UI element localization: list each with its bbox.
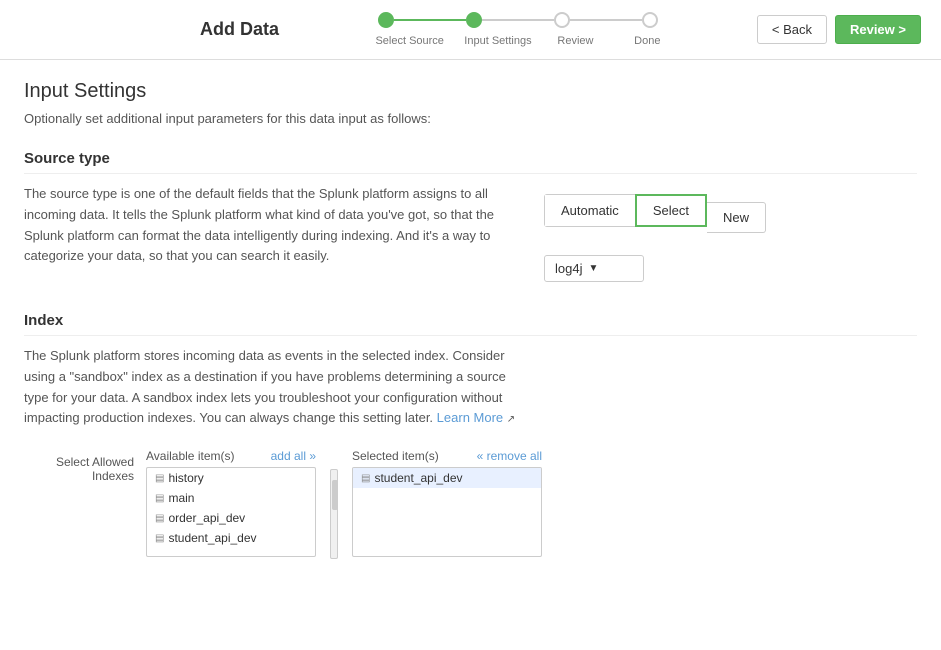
- source-type-controls: Automatic Select New: [544, 194, 766, 241]
- new-button[interactable]: New: [707, 202, 766, 233]
- index-left: The Splunk platform stores incoming data…: [24, 346, 524, 429]
- selected-list[interactable]: ▤ student_api_dev: [352, 467, 542, 557]
- step-circle-2: [466, 12, 482, 28]
- step-label-4: Done: [610, 35, 660, 47]
- connector-3: [570, 19, 642, 21]
- source-type-title: Source type: [24, 150, 917, 174]
- index-section: Index The Splunk platform stores incomin…: [24, 312, 917, 559]
- selected-list-item[interactable]: ▤ student_api_dev: [353, 468, 541, 488]
- item-name: history: [168, 471, 203, 485]
- selected-item-name: student_api_dev: [374, 471, 462, 485]
- item-icon: ▤: [155, 473, 164, 484]
- source-type-left: The source type is one of the default fi…: [24, 184, 524, 282]
- learn-more-link[interactable]: Learn More: [437, 410, 503, 425]
- available-panel: Available item(s) add all » ▤ history ▤ …: [146, 449, 316, 557]
- indexes-panels: Available item(s) add all » ▤ history ▤ …: [146, 449, 542, 559]
- source-type-right: Automatic Select New log4j ▼: [544, 184, 844, 282]
- dropdown-arrow-icon: ▼: [588, 263, 598, 274]
- indexes-label: Select Allowed Indexes: [24, 449, 134, 483]
- available-label: Available item(s): [146, 449, 234, 463]
- source-type-body: The source type is one of the default fi…: [24, 184, 917, 282]
- scrollbar-thumb: [332, 480, 338, 510]
- item-icon: ▤: [155, 533, 164, 544]
- page-description: Optionally set additional input paramete…: [24, 111, 917, 126]
- selected-label: Selected item(s): [352, 449, 439, 463]
- external-link-icon: ↗: [507, 414, 515, 425]
- step-circle-4: [642, 12, 658, 28]
- indexes-section: Select Allowed Indexes Available item(s)…: [24, 449, 917, 559]
- index-title: Index: [24, 312, 917, 336]
- item-name: student_api_dev: [168, 531, 256, 545]
- item-icon: ▤: [155, 513, 164, 524]
- source-type-button-group: Automatic Select: [544, 194, 707, 227]
- header-buttons: < Back Review >: [757, 15, 921, 44]
- page-title: Add Data: [200, 19, 279, 40]
- index-body: The Splunk platform stores incoming data…: [24, 346, 917, 429]
- automatic-button[interactable]: Automatic: [545, 195, 636, 226]
- list-item[interactable]: ▤ student_api_dev: [147, 528, 315, 548]
- main-content: Input Settings Optionally set additional…: [0, 60, 941, 650]
- item-icon: ▤: [361, 473, 370, 484]
- connector-2: [482, 19, 554, 21]
- item-icon: ▤: [155, 493, 164, 504]
- available-list[interactable]: ▤ history ▤ main ▤ order_api_dev: [146, 467, 316, 557]
- connector-1: [394, 19, 466, 21]
- step-label-2: Input Settings: [455, 35, 540, 47]
- scrollbar[interactable]: [330, 469, 338, 559]
- add-all-link[interactable]: add all »: [271, 449, 316, 463]
- selected-panel-header: Selected item(s) « remove all: [352, 449, 542, 463]
- source-type-dropdown[interactable]: log4j ▼: [544, 255, 644, 282]
- header: Add Data Select Source Input Settings Re…: [0, 0, 941, 60]
- source-type-section: Source type The source type is one of th…: [24, 150, 917, 282]
- wizard-steps: Select Source Input Settings Review Done: [375, 12, 660, 47]
- step-label-3: Review: [540, 35, 610, 47]
- index-description: The Splunk platform stores incoming data…: [24, 346, 524, 429]
- item-name: order_api_dev: [168, 511, 245, 525]
- step-circle-1: [378, 12, 394, 28]
- dropdown-value: log4j: [555, 261, 582, 276]
- remove-all-link[interactable]: « remove all: [477, 449, 542, 463]
- step-label-1: Select Source: [375, 35, 460, 47]
- step-circle-3: [554, 12, 570, 28]
- back-button[interactable]: < Back: [757, 15, 827, 44]
- review-button[interactable]: Review >: [835, 15, 921, 44]
- select-button[interactable]: Select: [635, 194, 707, 227]
- source-type-description: The source type is one of the default fi…: [24, 184, 524, 267]
- selected-panel-col: Selected item(s) « remove all ▤ student_…: [352, 449, 542, 557]
- page-heading: Input Settings: [24, 80, 917, 103]
- item-name: main: [168, 491, 194, 505]
- list-item[interactable]: ▤ history: [147, 468, 315, 488]
- indexes-row: Select Allowed Indexes Available item(s)…: [24, 449, 917, 559]
- list-item[interactable]: ▤ main: [147, 488, 315, 508]
- list-item[interactable]: ▤ order_api_dev: [147, 508, 315, 528]
- available-panel-header: Available item(s) add all »: [146, 449, 316, 463]
